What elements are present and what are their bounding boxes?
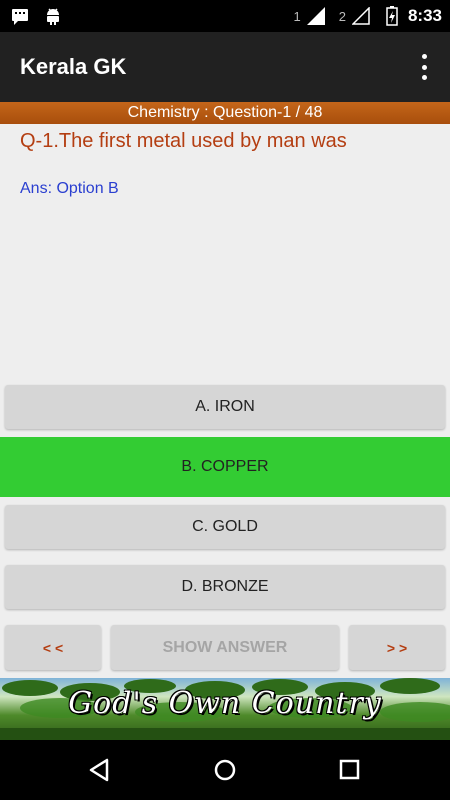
recents-icon[interactable] bbox=[335, 755, 365, 785]
sim2-label: 2 bbox=[338, 8, 346, 24]
signal-outline-icon bbox=[351, 7, 370, 25]
message-icon bbox=[12, 9, 28, 25]
question-counter-header: Chemistry : Question-1 / 48 bbox=[0, 102, 450, 124]
sim1-label: 1 bbox=[293, 8, 301, 24]
app-title: Kerala GK bbox=[20, 54, 127, 79]
system-nav-bar bbox=[0, 740, 450, 800]
banner-text: God's Own Country bbox=[68, 686, 382, 721]
option-b-button[interactable]: B. COPPER bbox=[0, 437, 450, 497]
android-debug-icon bbox=[47, 8, 59, 25]
battery-charging-icon bbox=[386, 6, 398, 26]
option-a-button[interactable]: A. IRON bbox=[5, 385, 445, 429]
signal-icon bbox=[306, 7, 325, 25]
answer-text: Ans: Option B bbox=[20, 180, 119, 197]
previous-button[interactable]: < < bbox=[5, 625, 101, 670]
banner-ad[interactable]: God's Own Country bbox=[0, 678, 450, 740]
home-icon[interactable] bbox=[210, 755, 240, 785]
next-button[interactable]: > > bbox=[349, 625, 445, 670]
quiz-content: Chemistry : Question-1 / 48 Q-1.The firs… bbox=[0, 102, 450, 678]
option-c-button[interactable]: C. GOLD bbox=[5, 505, 445, 549]
status-bar: 1 2 8:33 bbox=[0, 0, 450, 32]
clock: 8:33 bbox=[407, 6, 442, 25]
show-answer-button[interactable]: SHOW ANSWER bbox=[111, 625, 339, 670]
app-bar: Kerala GK bbox=[0, 32, 450, 102]
question-text: Q-1.The first metal used by man was bbox=[20, 130, 347, 152]
option-d-button[interactable]: D. BRONZE bbox=[5, 565, 445, 609]
overflow-menu-icon[interactable] bbox=[420, 54, 428, 80]
back-icon[interactable] bbox=[85, 755, 115, 785]
